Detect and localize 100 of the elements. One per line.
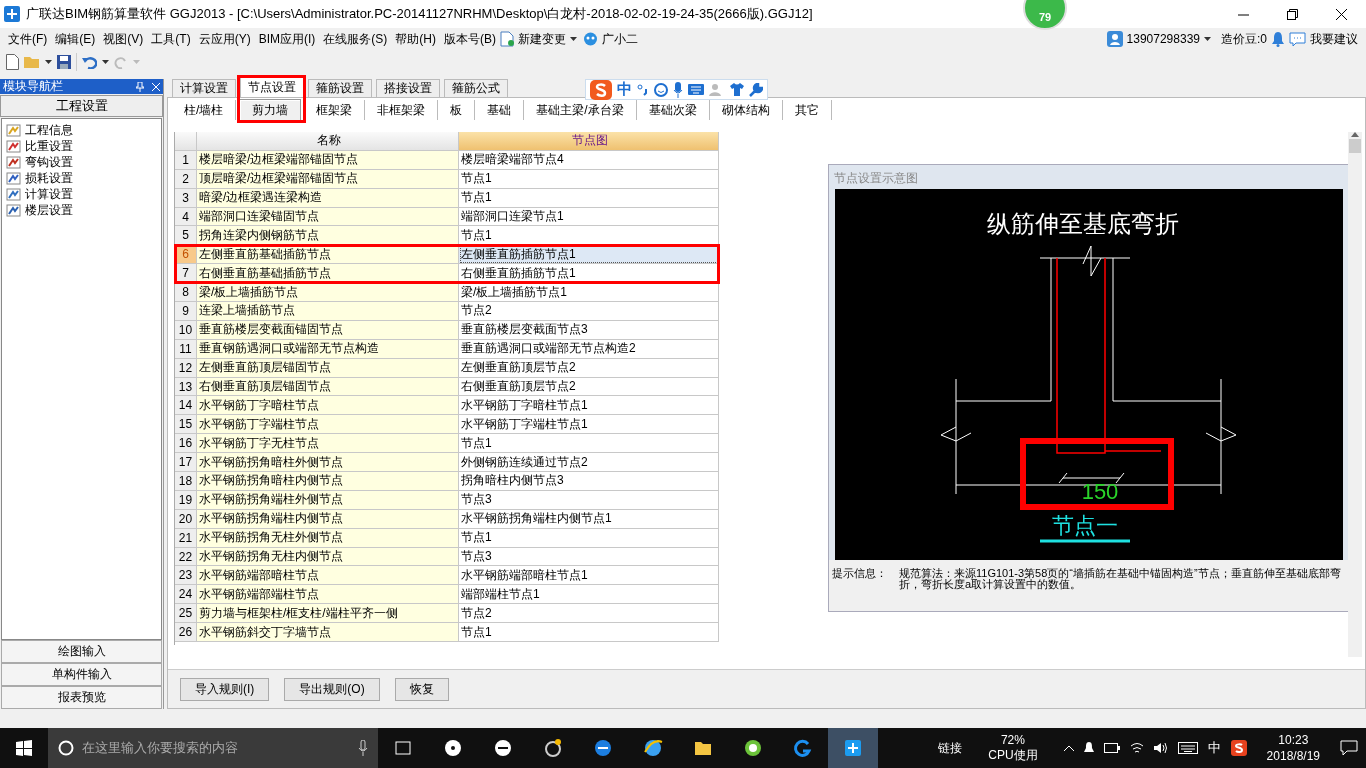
module-button[interactable]: 报表预览 (1, 686, 162, 709)
tab[interactable]: 箍筋公式 (444, 79, 508, 97)
sub-tab[interactable]: 柱/墙柱 (172, 100, 237, 120)
sub-tab[interactable]: 剪力墙 (239, 99, 302, 121)
sub-tab[interactable]: 非框架梁 (365, 100, 439, 120)
search-field[interactable]: 在这里输入你要搜索的内容 (48, 728, 378, 768)
smiley-icon[interactable] (654, 82, 668, 97)
battery-icon[interactable] (1103, 743, 1120, 753)
tab[interactable]: 搭接设置 (376, 79, 440, 97)
menu-item[interactable]: BIM应用(I) (254, 30, 320, 48)
tree-item[interactable]: 损耗设置 (25, 169, 73, 187)
toolbar-label[interactable]: 链接 (938, 739, 963, 757)
table-cell[interactable]: 节点1 (459, 226, 719, 246)
chevron-up-icon[interactable] (1063, 745, 1074, 751)
sub-tab[interactable]: 板 (438, 100, 476, 120)
account-number[interactable]: 13907298339 (1126, 32, 1200, 46)
action-button[interactable]: 恢复 (394, 677, 449, 701)
module-button[interactable]: 单构件输入 (1, 663, 162, 686)
menu-item[interactable]: 帮助(H) (391, 30, 440, 48)
punctuation-icon[interactable] (637, 83, 649, 96)
table-cell[interactable]: 水平钢筋拐角端柱内侧节点1 (459, 509, 719, 529)
menu-item[interactable]: 文件(F) (4, 30, 52, 48)
menu-item[interactable]: 广小二 (598, 30, 642, 48)
menu-item[interactable]: 新建变更 (514, 30, 570, 48)
windows-start-icon[interactable] (16, 740, 32, 756)
table-cell[interactable]: 节点1 (459, 623, 719, 643)
wifi-icon[interactable] (1129, 742, 1144, 754)
table-cell[interactable]: 右侧垂直筋插筋节点1 (459, 264, 719, 284)
undo-icon[interactable] (82, 55, 97, 69)
table-cell[interactable]: 拐角暗柱内侧节点3 (459, 472, 719, 491)
clock-date[interactable]: 2018/8/19 (1266, 748, 1320, 764)
menu-item[interactable]: 视图(V) (99, 30, 148, 48)
table-cell[interactable]: 节点2 (459, 604, 719, 624)
table-cell[interactable]: 水平钢筋丁字端柱节点1 (459, 415, 719, 435)
table-cell[interactable]: 节点1 (459, 434, 719, 454)
section-header[interactable]: 工程设置 (0, 95, 163, 117)
dropdown-caret-icon[interactable] (102, 60, 109, 64)
restore-icon[interactable] (1287, 8, 1298, 20)
menu-item[interactable]: 工具(T) (147, 30, 195, 48)
table-cell[interactable]: 节点1 (459, 188, 719, 208)
table-cell[interactable]: 水平钢筋端部暗柱节点1 (459, 566, 719, 586)
tab[interactable]: 节点设置 (240, 77, 304, 97)
tab[interactable]: 计算设置 (172, 79, 236, 97)
save-icon[interactable] (57, 55, 71, 69)
menu-item[interactable]: 在线服务(S) (319, 30, 392, 48)
keyboard-icon[interactable] (1177, 742, 1198, 754)
dropdown-caret-icon[interactable] (570, 37, 577, 41)
tree-item[interactable]: 弯钩设置 (25, 153, 73, 171)
task-view-icon[interactable] (393, 738, 413, 758)
app-logo-icon[interactable] (843, 738, 863, 758)
dropdown-caret-icon[interactable] (1204, 37, 1211, 41)
table-cell[interactable]: 节点3 (459, 490, 719, 510)
scrollbar-thumb[interactable] (1349, 139, 1361, 153)
notification-bell-icon[interactable] (1083, 742, 1094, 754)
tree-item[interactable]: 比重设置 (25, 137, 73, 155)
table-cell[interactable]: 端部洞口连梁节点1 (459, 207, 719, 227)
close-icon[interactable] (1336, 8, 1347, 20)
tab[interactable]: 箍筋设置 (308, 79, 372, 97)
table-cell[interactable]: 梁/板上墙插筋节点1 (459, 283, 719, 302)
sub-tab[interactable]: 其它 (782, 100, 832, 120)
menu-item[interactable]: 编辑(E) (51, 30, 100, 48)
wrench-icon[interactable] (749, 82, 763, 97)
table-cell[interactable]: 端部端柱节点1 (459, 585, 719, 605)
action-button[interactable]: 导出规则(O) (284, 677, 380, 701)
action-button[interactable]: 导入规则(I) (180, 677, 270, 701)
bell-icon[interactable] (1271, 31, 1285, 47)
table-cell[interactable]: 水平钢筋丁字暗柱节点1 (459, 396, 719, 416)
input-mode-label[interactable]: 中 (1207, 739, 1221, 757)
menu-item[interactable]: 版本号(B) (440, 30, 500, 48)
table-cell[interactable]: 节点3 (459, 547, 719, 567)
suggestion-link[interactable]: 我要建议 (1310, 30, 1358, 48)
menu-item[interactable]: 云应用(Y) (194, 30, 255, 48)
tree-item[interactable]: 计算设置 (25, 185, 73, 203)
table-cell[interactable]: 外侧钢筋连续通过节点2 (459, 453, 719, 473)
tshirt-icon[interactable] (730, 83, 744, 96)
microphone-icon[interactable] (673, 81, 683, 98)
dropdown-caret-icon[interactable] (45, 60, 52, 64)
table-cell[interactable]: 节点1 (459, 169, 719, 189)
circle-app-icon[interactable] (743, 738, 763, 758)
table-cell[interactable]: 垂直筋楼层变截面节点3 (459, 320, 719, 340)
table-cell[interactable]: 楼层暗梁端部节点4 (459, 150, 719, 170)
tree-item[interactable]: 楼层设置 (25, 201, 73, 219)
table-cell[interactable]: 垂直筋遇洞口或端部无节点构造2 (459, 339, 719, 359)
speaker-icon[interactable] (1153, 742, 1168, 754)
table-cell[interactable]: 节点1 (459, 528, 719, 548)
tree-item[interactable]: 工程信息 (25, 121, 73, 139)
sub-tab[interactable]: 基础 (475, 100, 525, 120)
clock-time[interactable]: 10:23 (1278, 732, 1309, 748)
scroll-up-icon[interactable] (1351, 132, 1359, 137)
microphone-icon[interactable] (358, 740, 368, 756)
module-button[interactable]: 绘图输入 (1, 640, 162, 663)
input-method-logo-icon[interactable] (1230, 740, 1247, 756)
notification-center-icon[interactable] (1340, 740, 1358, 756)
table-cell[interactable]: 节点2 (459, 302, 719, 321)
input-mode-label[interactable]: 中 (617, 80, 632, 99)
table-cell[interactable]: 右侧垂直筋顶层节点2 (459, 377, 719, 397)
sub-tab[interactable]: 框架梁 (304, 100, 366, 120)
pin-icon[interactable] (136, 81, 144, 92)
table-cell[interactable]: 左侧垂直筋顶层节点2 (459, 358, 719, 378)
new-file-icon[interactable] (6, 54, 19, 70)
